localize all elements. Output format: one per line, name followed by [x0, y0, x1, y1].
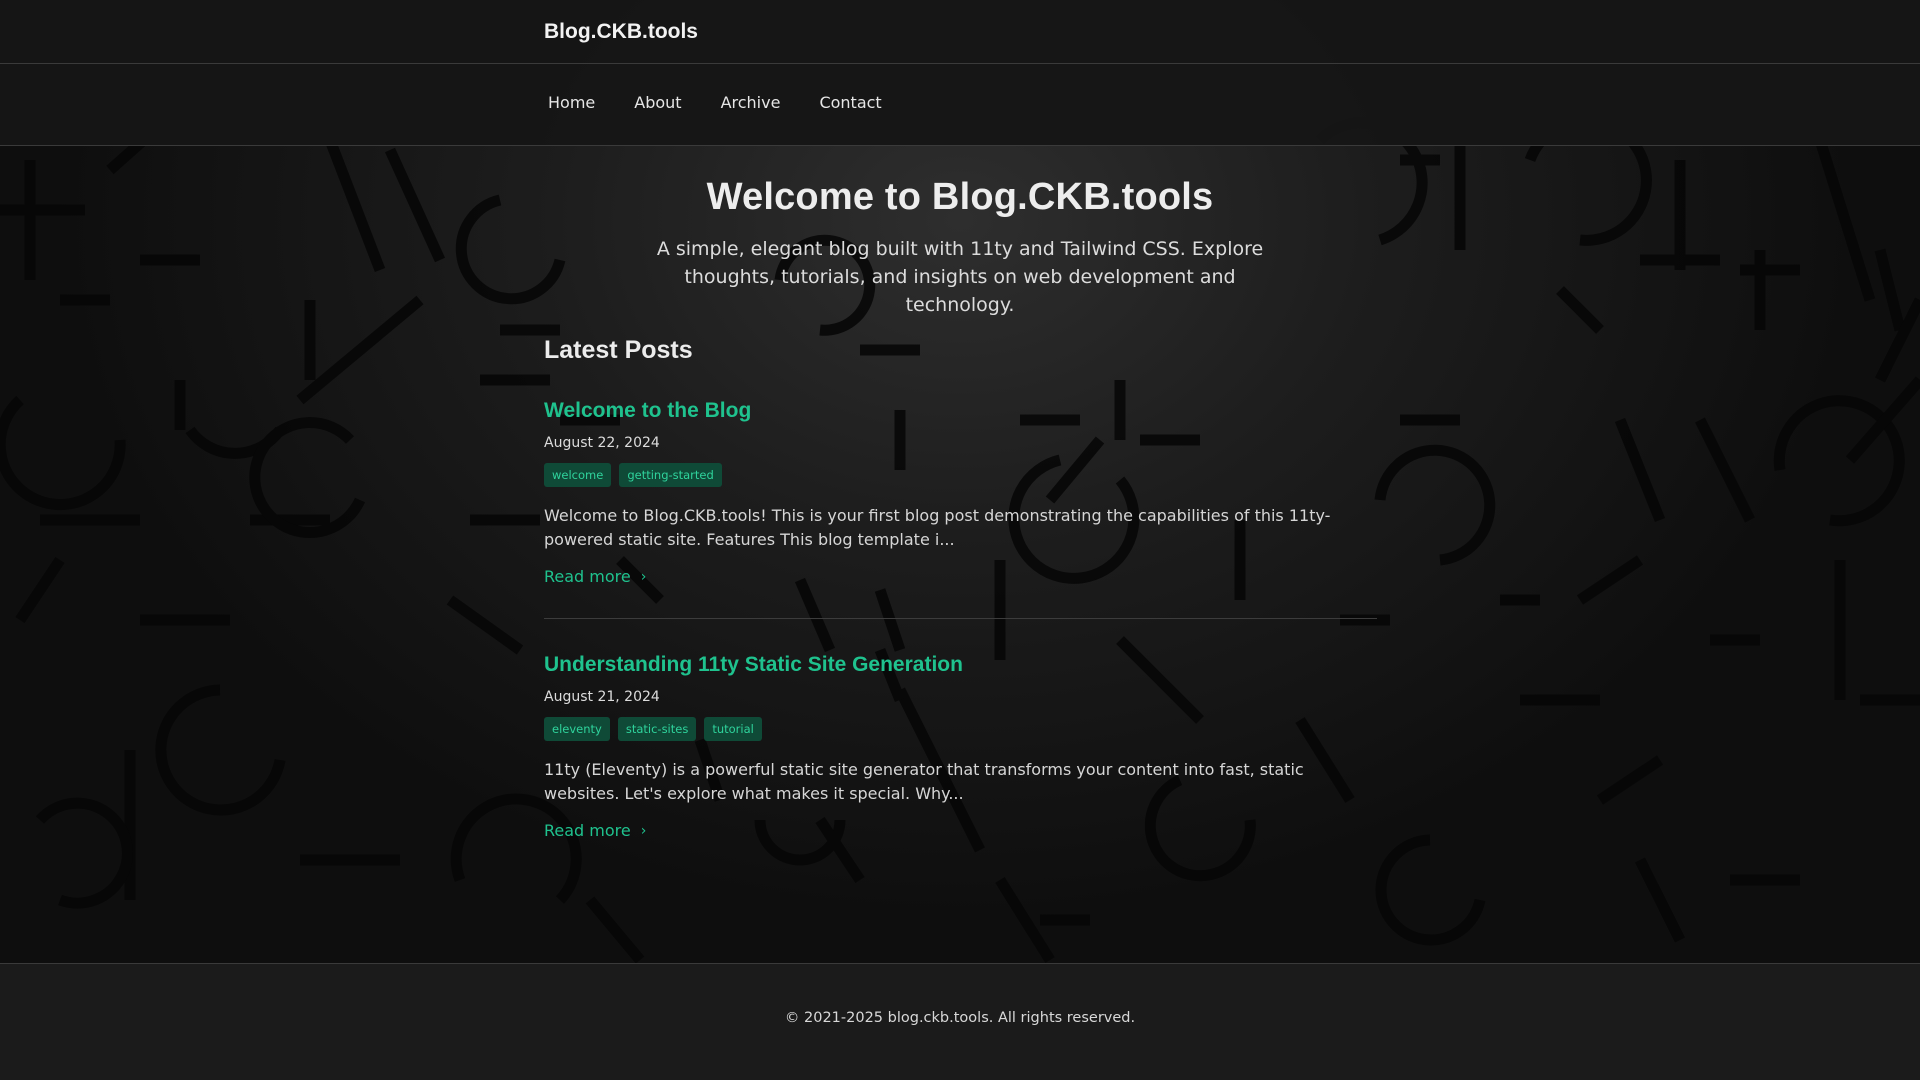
tag[interactable]: static-sites	[617, 717, 697, 741]
site-header: Blog.CKB.tools Home About Archive Contac…	[0, 0, 1920, 146]
nav-bar: Home About Archive Contact	[0, 64, 1920, 146]
main-nav: Home About Archive Contact	[548, 93, 882, 112]
hero-title: Welcome to Blog.CKB.tools	[706, 176, 1214, 218]
read-more-link[interactable]: Read more ›	[544, 821, 646, 840]
post-date: August 22, 2024	[544, 435, 660, 451]
post-card: Understanding 11ty Static Site Generatio…	[544, 653, 1377, 840]
section-title: Latest Posts	[544, 336, 693, 364]
post-excerpt: Welcome to Blog.CKB.tools! This is your …	[544, 506, 1331, 549]
post-card: Welcome to the Blog August 22, 2024 welc…	[544, 399, 1377, 586]
nav-about[interactable]: About	[634, 93, 681, 112]
site-footer: © 2021-2025 blog.ckb.tools. All rights r…	[0, 963, 1920, 1080]
nav-archive[interactable]: Archive	[721, 93, 781, 112]
post-divider	[544, 618, 1377, 619]
latest-posts-section: Latest Posts Welcome to the Blog August …	[544, 336, 1377, 840]
read-more-label: Read more	[544, 567, 631, 586]
post-tags: eleventy static-sites tutorial	[544, 717, 1377, 741]
site-logo-link[interactable]: Blog.CKB.tools	[544, 20, 698, 44]
post-date: August 21, 2024	[544, 689, 660, 705]
post-tags: welcome getting-started	[544, 463, 1377, 487]
tag[interactable]: tutorial	[704, 717, 762, 741]
nav-home[interactable]: Home	[548, 93, 595, 112]
tag[interactable]: welcome	[544, 463, 612, 487]
post-title-link[interactable]: Understanding 11ty Static Site Generatio…	[544, 653, 963, 677]
read-more-link[interactable]: Read more ›	[544, 567, 646, 586]
footer-copyright: © 2021-2025 blog.ckb.tools. All rights r…	[784, 1010, 1136, 1026]
post-excerpt: 11ty (Eleventy) is a powerful static sit…	[544, 760, 1304, 803]
nav-contact[interactable]: Contact	[819, 93, 881, 112]
hero-subtitle: A simple, elegant blog built with 11ty a…	[656, 238, 1264, 316]
page: Blog.CKB.tools Home About Archive Contac…	[0, 0, 1920, 1080]
brand-bar: Blog.CKB.tools	[0, 0, 1920, 64]
chevron-right-icon: ›	[640, 568, 647, 585]
post-title-link[interactable]: Welcome to the Blog	[544, 399, 751, 423]
chevron-right-icon: ›	[640, 822, 647, 839]
hero: Welcome to Blog.CKB.tools A simple, eleg…	[0, 176, 1920, 319]
tag[interactable]: getting-started	[619, 463, 722, 487]
read-more-label: Read more	[544, 821, 631, 840]
tag[interactable]: eleventy	[544, 717, 610, 741]
